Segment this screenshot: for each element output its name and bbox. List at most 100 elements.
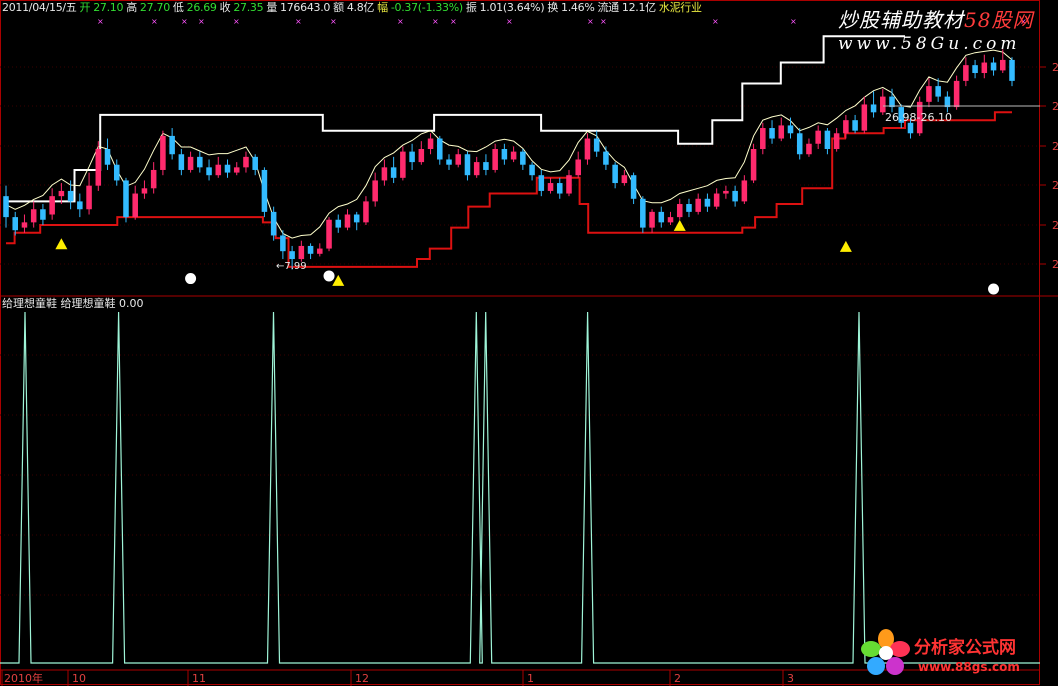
candle-body	[584, 138, 591, 160]
open-value: 27.10	[93, 1, 124, 14]
candle-body	[298, 245, 305, 260]
candle-body	[547, 183, 554, 191]
candle-body	[824, 130, 831, 149]
candle-body	[21, 222, 28, 228]
time-tick-label: 2	[674, 672, 681, 685]
candle-body	[510, 151, 517, 160]
watermark-brand-top: 炒股辅助教材58股网	[838, 4, 1033, 33]
candle-body	[197, 156, 203, 168]
candle-body	[317, 248, 323, 254]
date-label: 2011/04/15/五	[2, 1, 77, 14]
low-value: 26.69	[186, 1, 217, 14]
candle-body	[49, 196, 55, 215]
time-axis: 2010年 10 11 12 1 2 3	[1, 670, 794, 686]
price-tick-label: 2	[1052, 258, 1058, 271]
candle-body	[86, 185, 92, 210]
signal-dot-icon	[988, 283, 1000, 295]
price-axis: 2 2 2 2 2 2	[1040, 61, 1058, 271]
signal-dot-icon	[323, 270, 335, 282]
candle-body	[113, 164, 120, 181]
time-tick-label: 2010年	[4, 671, 43, 685]
candlestick-series	[3, 49, 1015, 270]
indicator-value: 0.00	[119, 297, 144, 310]
candle-body	[12, 217, 18, 231]
candle-body	[667, 217, 674, 223]
watermark-url-top: www.58Gu.com	[838, 34, 1021, 54]
candle-body	[953, 80, 960, 108]
candle-body	[353, 214, 360, 223]
candle-body	[556, 183, 563, 194]
time-tick-label: 12	[355, 672, 369, 685]
candle-body	[880, 96, 886, 113]
candle-body	[529, 164, 535, 176]
candle-body	[501, 149, 508, 160]
channel-bands	[5, 35, 1013, 268]
candle-body	[750, 149, 757, 181]
candle-body	[566, 175, 572, 194]
candle-body	[723, 190, 729, 194]
event-mark: ×	[151, 17, 158, 26]
close-value: 27.35	[233, 1, 264, 14]
change-value: -0.37(-1.33%)	[390, 1, 463, 14]
amount-label: 额	[333, 1, 344, 14]
candle-body	[769, 128, 775, 139]
mid-band-line	[5, 49, 1013, 239]
candle-body	[732, 190, 738, 202]
candle-body	[206, 167, 212, 176]
candle-body	[3, 196, 9, 218]
candle-body	[806, 143, 812, 155]
candle-body	[123, 180, 129, 218]
candle-body	[40, 209, 46, 220]
close-label: 收	[219, 1, 231, 14]
turnover-value: 1.46%	[561, 1, 595, 14]
event-mark: ×	[295, 17, 302, 26]
buy-triangle-icon	[673, 219, 686, 231]
candle-body	[326, 219, 332, 249]
candle-body	[437, 138, 443, 160]
event-mark: ×	[506, 17, 513, 26]
change-label: 幅	[377, 1, 388, 14]
candle-body	[104, 149, 111, 165]
time-tick-label: 11	[192, 672, 206, 685]
candle-body	[215, 164, 222, 176]
quote-header: 2011/04/15/五开 27.10 高 27.70 低 26.69 收 27.35 量 176…	[2, 1, 705, 15]
candle-body	[796, 133, 803, 155]
event-mark: ×	[198, 17, 205, 26]
candle-body	[760, 128, 766, 149]
candle-body	[77, 201, 83, 210]
candle-body	[252, 156, 258, 170]
time-tick-label: 10	[72, 672, 86, 685]
candle-body	[520, 151, 526, 165]
signal-dot-icon	[185, 273, 197, 285]
watermark-url-bottom: www.88gs.com	[918, 660, 1020, 674]
event-mark: ×	[97, 17, 104, 26]
event-mark: ×	[181, 17, 188, 26]
candle-body	[464, 154, 471, 176]
candle-body	[907, 122, 914, 134]
candle-body	[630, 175, 637, 199]
upper-band-line	[6, 35, 905, 203]
candle-body	[990, 62, 997, 71]
candle-body	[224, 164, 231, 173]
candle-body	[95, 149, 102, 186]
candle-body	[981, 62, 988, 74]
candle-body	[963, 65, 969, 81]
candle-body	[843, 120, 849, 134]
candle-body	[427, 138, 434, 149]
candle-body	[658, 211, 665, 223]
candle-body	[187, 156, 194, 170]
time-tick-label: 3	[787, 672, 794, 685]
industry-label: 水泥行业	[658, 1, 702, 14]
price-tick-label: 2	[1052, 179, 1058, 192]
candle-body	[169, 135, 175, 155]
candle-body	[787, 125, 794, 134]
candle-body	[861, 104, 868, 131]
event-mark: ×	[397, 17, 404, 26]
candle-body	[640, 198, 646, 228]
price-tick-label: 2	[1052, 100, 1058, 113]
candle-body	[492, 149, 498, 170]
candle-body	[612, 164, 618, 184]
indicator-panel	[0, 311, 1040, 664]
candle-body	[621, 175, 628, 184]
candle-body	[483, 162, 489, 170]
